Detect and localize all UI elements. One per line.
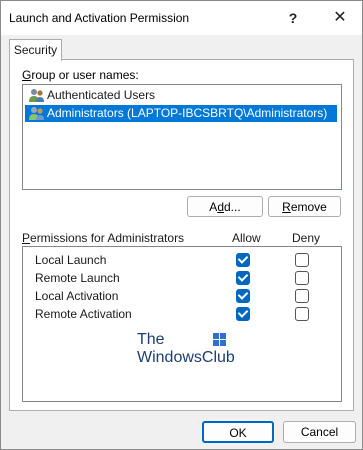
- deny-checkbox[interactable]: [295, 307, 309, 321]
- windows-logo-icon: [213, 333, 226, 346]
- permission-name: Remote Launch: [35, 271, 120, 285]
- permission-row-remote-activation: Remote Activation: [23, 306, 341, 324]
- ok-button[interactable]: OK: [202, 421, 274, 443]
- allow-column-header: Allow: [232, 231, 261, 245]
- add-button[interactable]: Add...: [187, 196, 263, 217]
- permission-name: Remote Activation: [35, 307, 132, 321]
- window-title: Launch and Activation Permission: [9, 11, 190, 25]
- deny-checkbox[interactable]: [295, 253, 309, 267]
- remove-button[interactable]: Remove: [268, 196, 341, 217]
- title-bar: Launch and Activation Permission ? ✕: [1, 1, 362, 35]
- allow-checkbox[interactable]: [236, 253, 250, 267]
- users-group-icon: [29, 107, 44, 120]
- close-button[interactable]: ✕: [325, 5, 355, 31]
- deny-checkbox[interactable]: [295, 271, 309, 285]
- user-item-authenticated-users[interactable]: Authenticated Users: [25, 87, 337, 104]
- permission-row-local-launch: Local Launch: [23, 252, 341, 270]
- group-or-user-names-label: Group or user names:: [22, 68, 139, 82]
- cancel-button[interactable]: Cancel: [283, 421, 356, 443]
- tab-strip: Security: [9, 38, 354, 61]
- user-item-administrators[interactable]: Administrators (LAPTOP-IBCSBRTQ\Administ…: [25, 105, 337, 122]
- allow-checkbox[interactable]: [236, 289, 250, 303]
- permissions-list: Local Launch Remote Launch Local Activat…: [22, 246, 342, 402]
- watermark-line-2: WindowsClub: [137, 349, 235, 366]
- deny-checkbox[interactable]: [295, 289, 309, 303]
- permission-name: Local Activation: [35, 289, 119, 303]
- launch-activation-dialog: Launch and Activation Permission ? ✕ Sec…: [0, 0, 363, 450]
- user-list[interactable]: Authenticated Users Administrators (LAPT…: [22, 84, 342, 190]
- allow-checkbox[interactable]: [236, 307, 250, 321]
- permission-name: Local Launch: [35, 253, 107, 267]
- permission-row-local-activation: Local Activation: [23, 288, 341, 306]
- user-name: Authenticated Users: [47, 88, 156, 102]
- permissions-header: Permissions for Administrators: [22, 231, 185, 245]
- help-button[interactable]: ?: [278, 5, 308, 31]
- tab-security[interactable]: Security: [9, 39, 62, 61]
- users-group-icon: [29, 89, 44, 102]
- user-name: Administrators (LAPTOP-IBCSBRTQ\Administ…: [47, 106, 328, 120]
- deny-column-header: Deny: [292, 231, 321, 245]
- allow-checkbox[interactable]: [236, 271, 250, 285]
- permission-row-remote-launch: Remote Launch: [23, 270, 341, 288]
- watermark-line-1: The: [137, 331, 165, 348]
